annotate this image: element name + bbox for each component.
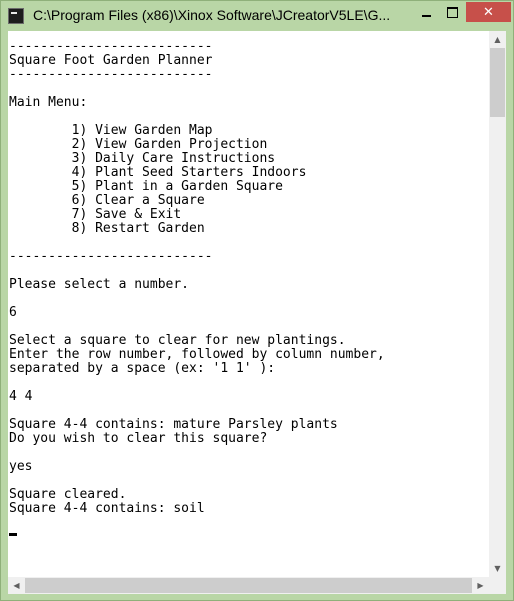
console-line: 6) Clear a Square <box>9 193 205 208</box>
text-cursor <box>9 533 17 536</box>
minimize-button[interactable] <box>413 2 439 22</box>
console-line: 6 <box>9 305 17 320</box>
console-line: separated by a space (ex: '1 1' ): <box>9 361 276 376</box>
scroll-left-arrow-icon: ◀ <box>13 581 20 590</box>
vertical-scroll-thumb[interactable] <box>490 48 505 117</box>
window-title: C:\Program Files (x86)\Xinox Software\JC… <box>33 7 391 23</box>
console-line: -------------------------- <box>9 249 213 264</box>
console-line: 3) Daily Care Instructions <box>9 151 276 166</box>
scrollbar-corner <box>489 577 506 594</box>
console-client-area: -------------------------- Square Foot Ga… <box>8 31 506 594</box>
console-line: Square 4-4 contains: soil <box>9 501 205 516</box>
console-line: -------------------------- <box>9 39 213 54</box>
console-line: 4) Plant Seed Starters Indoors <box>9 165 307 180</box>
console-line: Square Foot Garden Planner <box>9 53 213 68</box>
console-line: Do you wish to clear this square? <box>9 431 268 446</box>
scroll-up-button[interactable]: ▲ <box>489 31 506 48</box>
vertical-scrollbar[interactable]: ▲ ▼ <box>489 31 506 577</box>
console-line: 8) Restart Garden <box>9 221 205 236</box>
console-line: yes <box>9 459 33 474</box>
console-line: Please select a number. <box>9 277 190 292</box>
scroll-left-button[interactable]: ◀ <box>8 577 25 594</box>
console-line: -------------------------- <box>9 67 213 82</box>
console-window: C:\Program Files (x86)\Xinox Software\JC… <box>0 0 514 601</box>
maximize-button[interactable] <box>439 2 465 22</box>
title-bar[interactable]: C:\Program Files (x86)\Xinox Software\JC… <box>1 1 513 31</box>
scroll-right-button[interactable]: ▶ <box>472 577 489 594</box>
console-line: 2) View Garden Projection <box>9 137 268 152</box>
console-line: Enter the row number, followed by column… <box>9 347 385 362</box>
horizontal-scrollbar[interactable]: ◀ ▶ <box>8 577 489 594</box>
console-line: Select a square to clear for new plantin… <box>9 333 346 348</box>
console-line: Main Menu: <box>9 95 88 110</box>
scroll-up-arrow-icon: ▲ <box>494 35 501 44</box>
horizontal-scroll-thumb[interactable] <box>25 578 472 593</box>
scroll-down-arrow-icon: ▼ <box>494 564 501 573</box>
close-button[interactable]: ✕ <box>466 2 511 22</box>
console-line: 1) View Garden Map <box>9 123 213 138</box>
console-line: 7) Save & Exit <box>9 207 182 222</box>
console-app-icon[interactable] <box>8 8 24 24</box>
console-line: 5) Plant in a Garden Square <box>9 179 283 194</box>
console-line: 4 4 <box>9 389 33 404</box>
console-output[interactable]: -------------------------- Square Foot Ga… <box>8 31 489 577</box>
scroll-right-arrow-icon: ▶ <box>477 581 484 590</box>
scroll-down-button[interactable]: ▼ <box>489 560 506 577</box>
minimize-icon <box>421 15 431 17</box>
maximize-icon <box>446 6 458 18</box>
console-line: Square 4-4 contains: mature Parsley plan… <box>9 417 338 432</box>
console-line: Square cleared. <box>9 487 127 502</box>
close-icon: ✕ <box>483 4 494 20</box>
